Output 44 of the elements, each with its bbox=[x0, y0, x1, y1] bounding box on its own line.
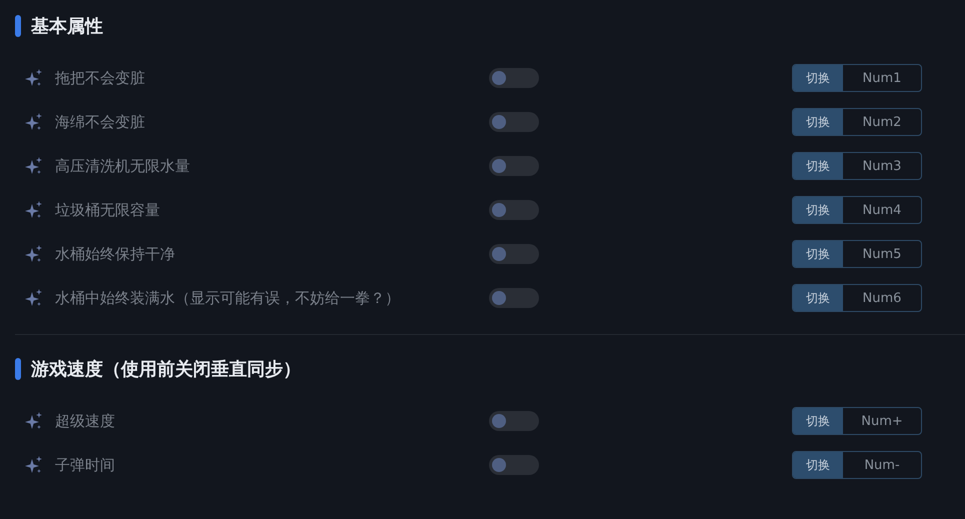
sparkle-icon bbox=[25, 69, 43, 87]
toggle-switch[interactable] bbox=[489, 156, 539, 176]
toggle-action-button[interactable]: 切换 bbox=[793, 452, 843, 478]
hotkey-label: Num4 bbox=[862, 202, 902, 220]
hotkey-label: Num5 bbox=[862, 246, 902, 264]
toggle-switch[interactable] bbox=[489, 411, 539, 431]
hotkey-label: Num+ bbox=[860, 412, 904, 430]
toggle-action-button[interactable]: 切换 bbox=[793, 408, 843, 434]
sparkle-icon bbox=[25, 456, 43, 474]
toggle-switch[interactable] bbox=[489, 112, 539, 132]
toggle-action-button[interactable]: 切换 bbox=[793, 65, 843, 91]
option-label: 子弹时间 bbox=[55, 456, 116, 474]
section-title: 游戏速度（使用前关闭垂直同步） bbox=[31, 358, 301, 381]
toggle-action-button[interactable]: 切换 bbox=[793, 197, 843, 223]
toggle-switch[interactable] bbox=[489, 455, 539, 475]
hotkey-label: Num3 bbox=[862, 158, 902, 176]
sparkle-icon bbox=[25, 412, 43, 430]
sparkle-icon bbox=[25, 113, 43, 131]
sparkle-icon bbox=[25, 289, 43, 307]
option-label: 高压清洗机无限水量 bbox=[55, 156, 191, 176]
sparkle-icon bbox=[25, 157, 43, 175]
sparkle-icon bbox=[25, 245, 43, 263]
toggle-switch[interactable] bbox=[489, 244, 539, 264]
option-label: 水桶中始终装满水（显示可能有误，不妨给一拳？） bbox=[55, 288, 401, 308]
toggle-action-button[interactable]: 切换 bbox=[793, 109, 843, 135]
option-label: 海绵不会变脏 bbox=[55, 112, 146, 132]
option-label: 水桶始终保持干净 bbox=[55, 244, 176, 264]
toggle-action-button[interactable]: 切换 bbox=[793, 153, 843, 179]
section-marker bbox=[15, 15, 21, 37]
hotkey-label: Num2 bbox=[862, 114, 902, 132]
section-marker bbox=[15, 358, 21, 380]
toggle-action-button[interactable]: 切换 bbox=[793, 241, 843, 267]
hotkey-label: Num1 bbox=[862, 70, 902, 88]
hotkey-label: Num- bbox=[863, 456, 901, 474]
option-label: 超级速度 bbox=[55, 412, 116, 430]
option-label: 垃圾桶无限容量 bbox=[55, 200, 161, 220]
hotkey-label: Num6 bbox=[862, 290, 902, 308]
section-title: 基本属性 bbox=[31, 15, 103, 38]
toggle-switch[interactable] bbox=[489, 200, 539, 220]
option-label: 拖把不会变脏 bbox=[55, 68, 146, 88]
toggle-switch[interactable] bbox=[489, 288, 539, 308]
toggle-action-button[interactable]: 切换 bbox=[793, 285, 843, 311]
sparkle-icon bbox=[25, 201, 43, 219]
toggle-switch[interactable] bbox=[489, 68, 539, 88]
